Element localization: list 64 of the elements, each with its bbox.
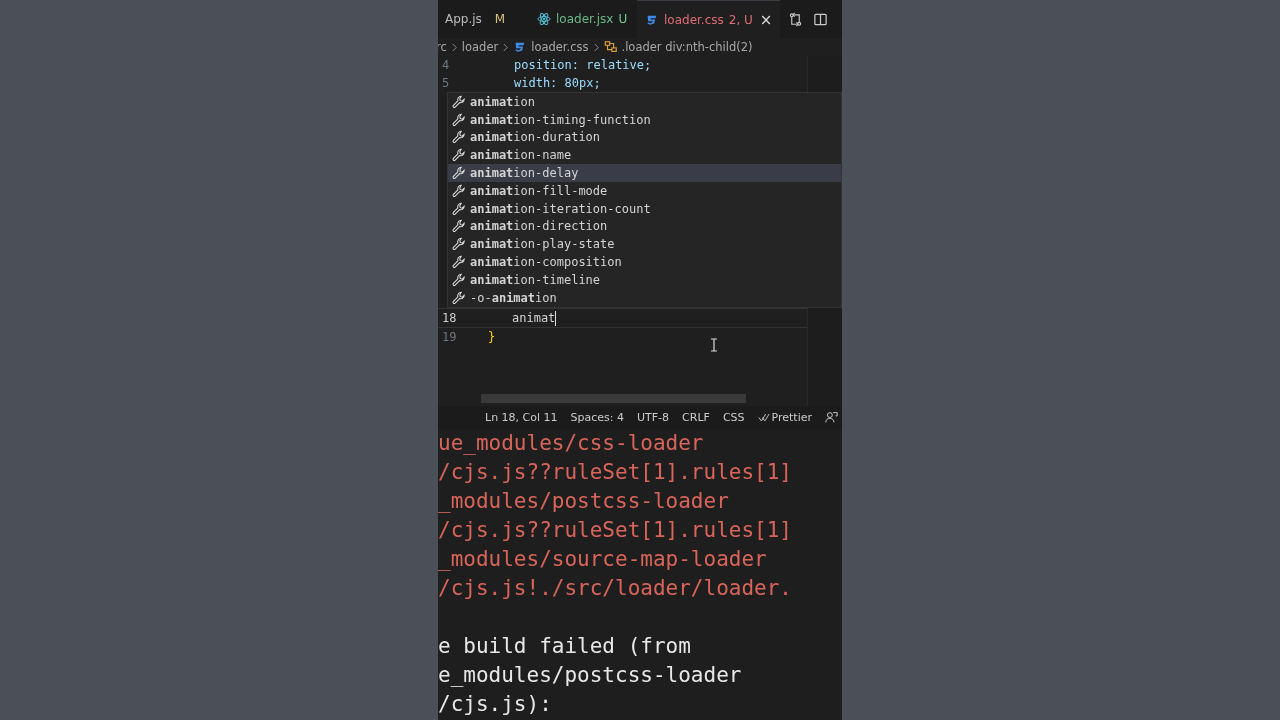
terminal-line: /cjs.js??ruleSet[1].rules[1] [438,459,793,486]
suggestion-item[interactable]: animation-fill-mode [448,182,841,200]
chevron-icon [502,42,510,52]
line-number: 4 [441,58,451,72]
suggestion-item[interactable]: animation-play-state [448,235,841,254]
double-check-icon [757,413,770,422]
editor-tab[interactable]: loader.css 2, U × [637,0,781,38]
terminal-line: e_modules/postcss-loader [438,662,743,689]
breadcrumb-item[interactable]: .loader div:nth-child(2) [621,40,753,54]
suggestion-item[interactable]: animation-composition [448,253,841,271]
atom-icon [537,12,551,26]
terminal-line: e build failed (from [438,633,692,660]
code-line: width: 80px; [514,76,601,90]
breadcrumb-item[interactable]: loader [461,40,499,54]
wrench-icon [452,272,466,287]
suggestion-item[interactable]: animation [448,93,841,111]
wrench-icon [452,166,466,181]
symbol-icon [603,40,618,54]
status-item[interactable]: CRLF [682,411,710,424]
status-item[interactable]: UTF-8 [637,411,670,424]
suggestion-item[interactable]: animation-iteration-count [448,199,841,218]
terminal-line: /cjs.js!./src/loader/loader. [438,575,793,602]
suggestion-item[interactable]: animation-delay [448,164,841,182]
line-number: 18 [441,311,458,325]
terminal-line: _modules/postcss-loader [438,488,730,515]
code-line: animat [512,311,556,325]
text-caret [555,310,557,326]
suggestion-item[interactable]: -o-animation [448,288,841,307]
chevron-icon [592,42,600,52]
terminal-line: /cjs.js): [438,691,553,718]
terminal-line: _modules/source-map-loader [438,546,768,573]
compare-changes-icon[interactable] [788,11,804,27]
close-button[interactable]: × [759,10,773,29]
breadcrumb-item[interactable]: loader.css [531,40,589,54]
wrench-icon [452,130,466,145]
suggestion-item[interactable]: animation-timing-function [448,110,841,129]
wrench-icon [452,94,466,109]
scrollbar[interactable] [481,394,746,403]
code-line: } [488,330,496,344]
wrench-icon [452,148,466,163]
status-item[interactable]: CSS [722,411,745,424]
wrench-icon [452,237,466,252]
status-item[interactable]: Prettier [757,411,812,424]
status-item[interactable]: Spaces: 4 [570,411,624,424]
line-number: 5 [441,76,451,90]
wrench-icon [452,183,466,198]
status-item[interactable]: Ln 18, Col 11 [485,411,558,424]
split-editor-icon[interactable] [813,11,829,27]
terminal-line: /cjs.js??ruleSet[1].rules[1] [438,517,793,544]
wrench-icon [452,219,466,234]
code-line: position: relative; [514,58,652,72]
terminal-line: ue_modules/css-loader [438,430,705,457]
feedback-icon[interactable] [825,411,838,424]
suggestion-item[interactable]: animation-direction [448,217,841,236]
text-cursor-icon [710,338,718,352]
suggestion-item[interactable]: animation-name [448,146,841,165]
chevron-icon [450,42,458,52]
wrench-icon [452,290,466,305]
suggestion-item[interactable]: animation-timeline [448,270,841,289]
wrench-icon [452,112,466,127]
wrench-icon [452,201,466,216]
line-number: 19 [441,330,458,344]
suggestion-item[interactable]: animation-duration [448,128,841,147]
wrench-icon [452,255,466,270]
